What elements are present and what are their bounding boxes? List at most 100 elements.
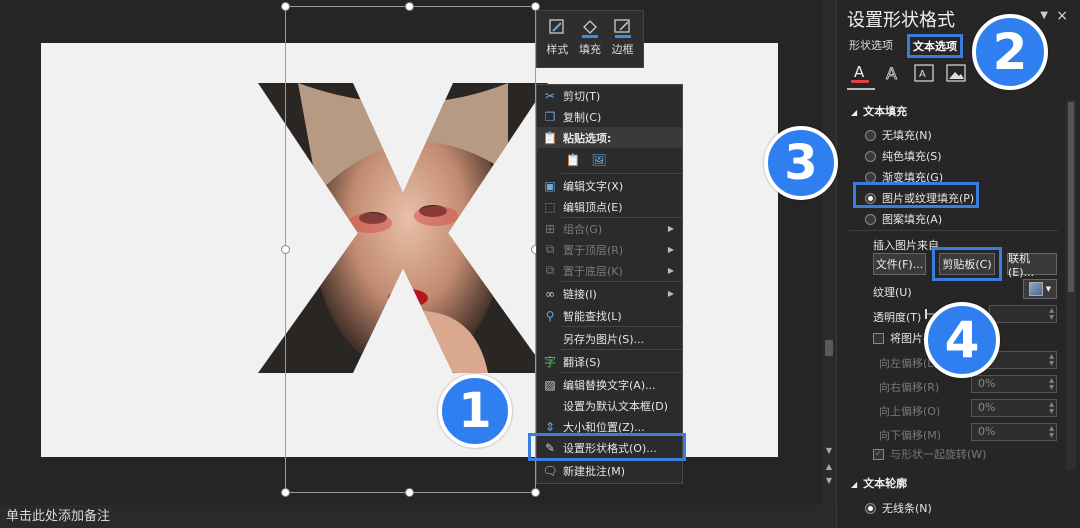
slide-workspace [0, 0, 822, 505]
fill-label: 填充 [579, 43, 601, 56]
spinner-icon[interactable]: ▲ ▼ [1049, 307, 1054, 321]
submenu-arrow-icon: ▶ [667, 224, 674, 233]
rotate-with-shape-checkbox[interactable]: ✓ 与形状一起旋转(W) [873, 446, 986, 462]
resize-handle-bottom-left[interactable] [281, 488, 290, 497]
menu-separator [561, 173, 682, 174]
offset-right-input[interactable]: 0% ▲ ▼ [971, 375, 1057, 393]
paste-keep-format-icon[interactable]: 📋 [563, 152, 583, 168]
workspace-scrollbar[interactable]: ▼ ▲ ▼ [822, 0, 836, 505]
offset-bottom-input[interactable]: 0% ▲ ▼ [971, 423, 1057, 441]
notes-placeholder[interactable]: 单击此处添加备注 [0, 505, 836, 528]
section-divider [849, 230, 1058, 231]
radio-solid-fill[interactable]: 纯色填充(S) [865, 148, 942, 164]
highlight-clipboard [932, 247, 1002, 281]
next-slide-icon[interactable]: ▼ [824, 476, 834, 486]
menu-set-default-textbox[interactable]: 设置为默认文本框(D) [537, 395, 682, 416]
paste-option-row: 📋 🖼 [537, 148, 682, 172]
menu-label: 组合(G) [563, 222, 603, 236]
link-icon: ∞ [545, 286, 555, 301]
menu-edit-text[interactable]: ▣ 编辑文字(X) [537, 175, 682, 196]
menu-copy[interactable]: ❐ 复制(C) [537, 106, 682, 127]
online-button[interactable]: 联机(E)... [1007, 252, 1057, 279]
menu-new-comment[interactable]: 🗨 新建批注(M) [537, 460, 682, 481]
spinner-icon[interactable]: ▲ ▼ [1049, 353, 1054, 367]
menu-send-to-back[interactable]: ⧉ 置于底层(K) ▶ [537, 260, 682, 281]
menu-label: 复制(C) [563, 110, 602, 124]
menu-cut[interactable]: ✂ 剪切(T) [537, 85, 682, 106]
radio-no-line[interactable]: 无线条(N) [865, 500, 932, 516]
file-button[interactable]: 文件(F)... [873, 253, 926, 275]
fill-button[interactable]: 填充 [574, 17, 607, 67]
scroll-down-icon[interactable]: ▼ [824, 446, 834, 456]
texture-label: 纹理(U) [873, 286, 912, 299]
pane-options-icon[interactable]: ▼ [1040, 10, 1048, 21]
radio-no-fill[interactable]: 无填充(N) [865, 127, 932, 143]
section-label: 文本填充 [863, 105, 908, 118]
checkbox-box [873, 332, 884, 344]
picture-icon[interactable] [945, 62, 967, 84]
menu-paste-options: 📋 粘贴选项: [537, 127, 682, 148]
text-outline-section-header[interactable]: ◢ 文本轮廓 [851, 475, 907, 491]
menu-group[interactable]: ⊞ 组合(G) ▶ [537, 218, 682, 239]
offset-top-input[interactable]: 0% ▲ ▼ [971, 399, 1057, 417]
spinner-icon[interactable]: ▲ ▼ [1049, 377, 1054, 391]
spinner-icon[interactable]: ▲ ▼ [1049, 401, 1054, 415]
group-icon: ⊞ [544, 221, 556, 236]
edit-points-icon: ⬚ [544, 199, 556, 214]
picture-filled-text-x[interactable] [258, 83, 548, 373]
menu-label: 另存为图片(S)... [563, 332, 645, 346]
menu-smart-lookup[interactable]: ⚲ 智能查找(L) [537, 305, 682, 326]
radio-label: 无填充(N) [882, 129, 932, 142]
scrollbar-thumb[interactable] [825, 340, 833, 356]
step-badge-1: 1 [438, 374, 512, 448]
menu-separator [561, 326, 682, 327]
menu-edit-points[interactable]: ⬚ 编辑顶点(E) [537, 196, 682, 217]
offset-top-label: 向上偏移(O) [879, 405, 941, 418]
paste-picture-icon[interactable]: 🖼 [589, 152, 609, 168]
collapse-triangle-icon: ◢ [851, 480, 858, 489]
submenu-arrow-icon: ▶ [667, 266, 674, 275]
texture-dropdown[interactable]: ▼ [1023, 279, 1057, 299]
menu-label: 编辑文字(X) [563, 179, 624, 193]
translate-icon: 字 [543, 355, 556, 369]
step-badge-3: 3 [764, 126, 838, 200]
text-effects-icon[interactable]: A [881, 62, 903, 84]
radio-pattern-fill[interactable]: 图案填充(A) [865, 211, 942, 227]
border-button[interactable]: 边框 [606, 17, 639, 67]
menu-save-as-picture[interactable]: 另存为图片(S)... [537, 328, 682, 349]
resize-handle-top-left[interactable] [281, 2, 290, 11]
pane-scrollbar[interactable] [1066, 100, 1076, 470]
radio-label: 图案填充(A) [882, 213, 943, 226]
pane-scroll-thumb[interactable] [1068, 102, 1074, 292]
tab-shape-options[interactable]: 形状选项 [845, 34, 897, 58]
close-icon[interactable]: × [1056, 8, 1068, 24]
menu-separator [561, 372, 682, 373]
border-label: 边框 [611, 43, 634, 56]
resize-handle-bottom-mid[interactable] [405, 488, 414, 497]
style-button[interactable]: 样式 [541, 17, 574, 67]
resize-handle-mid-left[interactable] [281, 245, 290, 254]
menu-label: 新建批注(M) [563, 464, 626, 478]
prev-slide-icon[interactable]: ▲ [824, 462, 834, 472]
menu-label: 剪切(T) [563, 89, 601, 103]
highlight-picture-fill [853, 182, 979, 208]
spinner-icon[interactable]: ▲ ▼ [1049, 425, 1054, 439]
text-fill-section-header[interactable]: ◢ 文本填充 [851, 103, 907, 119]
alt-text-icon: ▨ [544, 377, 556, 392]
textbox-icon[interactable]: A [913, 62, 935, 84]
slider-thumb[interactable] [925, 309, 927, 319]
text-fill-outline-icon[interactable]: A [847, 62, 875, 90]
menu-translate[interactable]: 字翻译(S) [537, 351, 682, 372]
section-label: 文本轮廓 [863, 477, 908, 490]
copy-icon: ❐ [544, 109, 556, 124]
radio-label: 纯色填充(S) [882, 150, 942, 163]
transparency-input[interactable]: ▲ ▼ [989, 305, 1057, 323]
tab-text-options[interactable]: 文本选项 [907, 34, 963, 58]
menu-edit-alt-text[interactable]: ▨ 编辑替换文字(A)... [537, 374, 682, 395]
collapse-triangle-icon: ◢ [851, 108, 858, 117]
resize-handle-bottom-right[interactable] [531, 488, 540, 497]
menu-link[interactable]: ∞ 链接(I) ▶ [537, 283, 682, 304]
resize-handle-top-mid[interactable] [405, 2, 414, 11]
menu-bring-to-front[interactable]: ⧉ 置于顶层(R) ▶ [537, 239, 682, 260]
insert-picture-from-label: 插入图片来自 [873, 239, 939, 252]
